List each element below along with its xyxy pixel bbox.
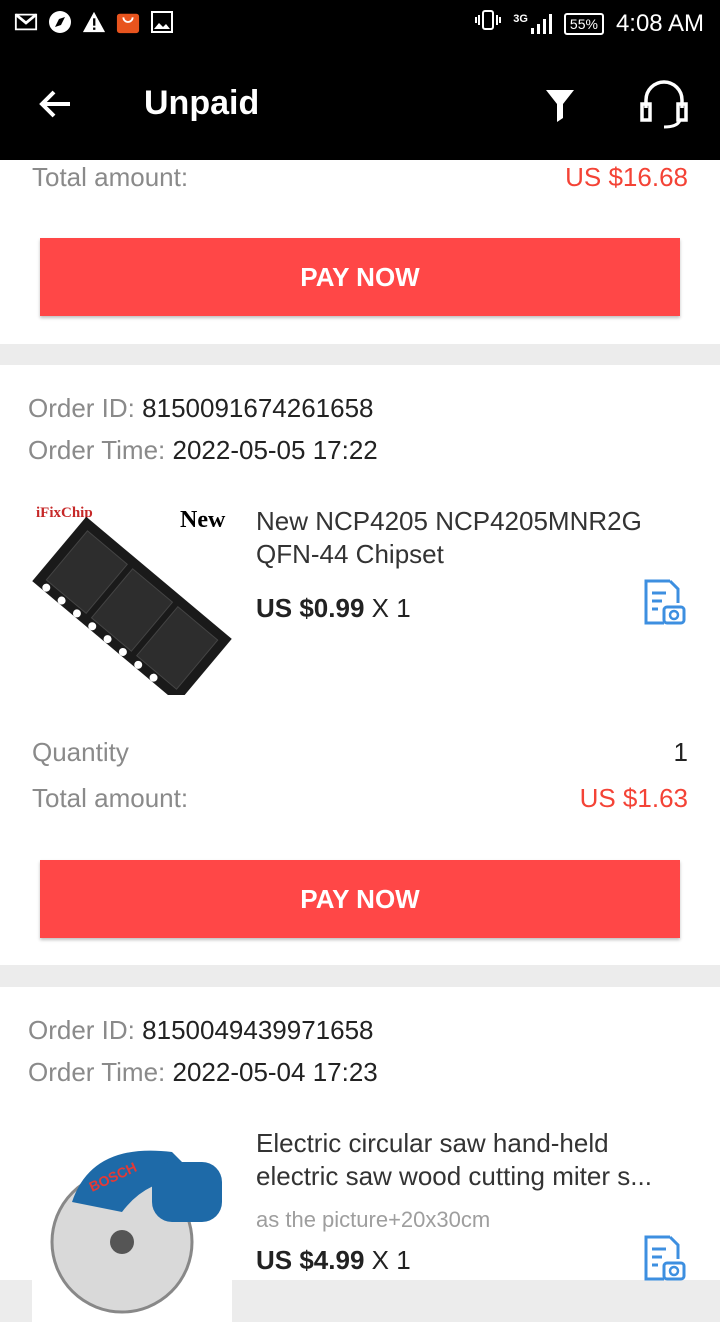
product-name-line: New NCP4205 NCP4205MNR2G	[256, 506, 642, 536]
customer-service-icon[interactable]	[634, 78, 694, 130]
total-row: Total amount: US $16.68	[32, 162, 688, 193]
gmail-icon	[14, 10, 38, 34]
product-image[interactable]: BOSCH	[32, 1122, 232, 1322]
battery-indicator: 55%	[563, 12, 604, 35]
product-image[interactable]: iFixChip New	[32, 495, 232, 695]
product-name[interactable]: Electric circular saw hand-held electric…	[256, 1127, 692, 1193]
pay-now-button[interactable]: PAY NOW	[40, 860, 680, 938]
product-name-line: Electric circular saw hand-held	[256, 1128, 609, 1158]
signal-icon	[530, 13, 552, 34]
back-arrow-icon[interactable]	[36, 84, 76, 124]
image-icon	[150, 10, 174, 34]
product-qty: X 1	[371, 593, 411, 623]
vibrate-icon	[475, 8, 502, 39]
order-card: Order ID: 8150091674261658 Order Time: 2…	[0, 365, 720, 965]
status-bar: 3G 55% 4:08 AM	[0, 0, 720, 50]
aliexpress-icon	[116, 10, 140, 34]
warning-icon	[82, 10, 106, 34]
order-id: 8150049439971658	[142, 1015, 374, 1045]
order-time-row: Order Time: 2022-05-05 17:22	[28, 435, 378, 466]
total-label: Total amount:	[32, 162, 189, 192]
order-id: 8150091674261658	[142, 393, 374, 423]
product-variant: as the picture+20x30cm	[256, 1207, 491, 1232]
thumb-tag: New	[180, 507, 226, 533]
order-id-row: Order ID: 8150049439971658	[28, 1015, 374, 1046]
app-bar: Unpaid	[0, 50, 720, 160]
filter-icon[interactable]	[540, 82, 580, 126]
network-type: 3G	[513, 12, 528, 25]
order-time-label: Order Time:	[28, 435, 166, 465]
order-time: 2022-05-04 17:23	[172, 1057, 378, 1087]
quantity-row: Quantity 1	[32, 737, 688, 768]
total-label: Total amount:	[32, 783, 189, 813]
product-qty: X 1	[371, 1245, 411, 1275]
product-name[interactable]: New NCP4205 NCP4205MNR2G QFN-44 Chipset	[256, 505, 692, 571]
clock: 4:08 AM	[615, 9, 704, 37]
order-time-label: Order Time:	[28, 1057, 166, 1087]
order-id-row: Order ID: 8150091674261658	[28, 393, 374, 424]
total-row: Total amount: US $1.63	[32, 783, 688, 814]
product-price: US $0.99	[256, 593, 365, 623]
order-id-label: Order ID:	[28, 393, 135, 423]
quantity-label: Quantity	[32, 737, 129, 767]
order-card-partial: Total amount: US $16.68 PAY NOW	[0, 160, 720, 344]
product-name-line: electric saw wood cutting miter s...	[256, 1161, 652, 1191]
product-name-line: QFN-44 Chipset	[256, 539, 444, 569]
quantity-value: 1	[673, 737, 688, 767]
compass-icon	[48, 10, 72, 34]
snapshot-icon[interactable]	[638, 1233, 688, 1283]
snapshot-icon[interactable]	[638, 577, 688, 627]
product-price-row: US $0.99 X 1	[256, 593, 411, 624]
page-title: Unpaid	[144, 84, 260, 122]
pay-now-button[interactable]: PAY NOW	[40, 238, 680, 316]
order-time-row: Order Time: 2022-05-04 17:23	[28, 1057, 378, 1088]
product-price-row: US $4.99 X 1	[256, 1245, 411, 1276]
total-value: US $1.63	[579, 783, 688, 813]
order-id-label: Order ID:	[28, 1015, 135, 1045]
thumb-brand: iFixChip	[36, 505, 93, 521]
total-value: US $16.68	[565, 162, 688, 192]
order-time: 2022-05-05 17:22	[172, 435, 378, 465]
order-card: Order ID: 8150049439971658 Order Time: 2…	[0, 987, 720, 1322]
product-price: US $4.99	[256, 1245, 365, 1275]
